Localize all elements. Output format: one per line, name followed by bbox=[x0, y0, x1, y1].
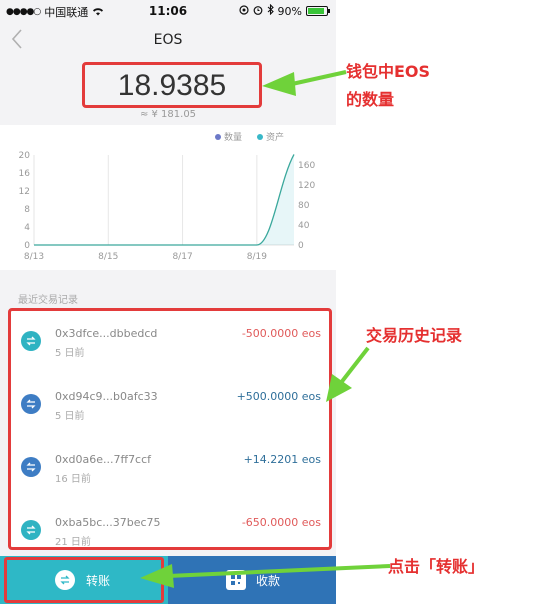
annotation-transfer: 点击「转账」 bbox=[388, 557, 485, 576]
arrow-history bbox=[326, 346, 370, 402]
arrow-transfer bbox=[140, 564, 391, 588]
annotation-arrows bbox=[140, 70, 391, 588]
annotation-balance-line1: 钱包中EOS bbox=[346, 62, 431, 81]
arrow-balance bbox=[262, 70, 347, 96]
annotation-balance-line2: 的数量 bbox=[346, 90, 395, 109]
annotation-history: 交易历史记录 bbox=[366, 326, 463, 345]
